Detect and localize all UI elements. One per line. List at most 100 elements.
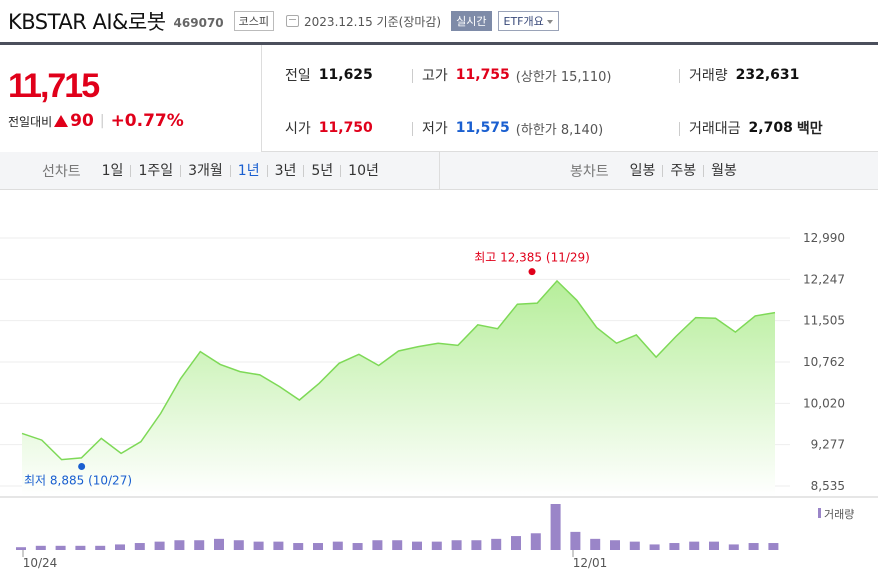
divider	[412, 122, 413, 136]
volume-bar	[392, 540, 403, 550]
candle-monthly[interactable]: 월봉	[703, 164, 744, 178]
volume-label: 거래량	[689, 68, 728, 84]
change-percent: +0.77%	[110, 111, 184, 131]
prev-close: 전일 11,625	[285, 65, 373, 85]
period-3m[interactable]: 3개월	[180, 164, 230, 178]
high-marker	[528, 268, 536, 276]
volume-bar	[372, 540, 383, 550]
volume-legend-swatch	[818, 508, 821, 518]
change-label: 전일대비	[8, 114, 53, 129]
divider	[679, 69, 680, 83]
etf-overview-dropdown[interactable]: ETF개요	[497, 11, 559, 31]
volume-bar	[610, 540, 620, 550]
volume-bar	[629, 541, 640, 550]
volume-bar	[471, 540, 482, 550]
x-tick-label: 12/01	[573, 556, 608, 570]
volume-bar	[451, 540, 462, 550]
change-amount: 90	[70, 111, 94, 131]
line-chart-title: 선차트	[42, 164, 81, 180]
trade-amount-unit: 백만	[796, 121, 823, 137]
upper-limit: (상한가 15,110)	[515, 69, 612, 85]
trade-amount: 거래대금 2,708 백만	[689, 118, 823, 138]
volume-bar	[95, 545, 106, 550]
volume-bar	[35, 545, 46, 550]
volume-bar	[214, 538, 224, 550]
volume-bar	[530, 533, 541, 550]
volume-bar	[313, 543, 323, 550]
high-annotation: 최고 12,385 (11/29)	[474, 251, 590, 265]
period-1y[interactable]: 1년	[229, 164, 267, 178]
volume-bar	[233, 540, 244, 550]
volume-bar	[16, 547, 26, 550]
realtime-button[interactable]: 실시간	[451, 11, 492, 31]
candle-chart-periods: 봉차트 일봉 주봉 월봉	[570, 152, 744, 190]
volume-bar	[293, 543, 304, 550]
y-tick-label: 9,277	[811, 438, 845, 452]
volume-bar	[590, 538, 601, 550]
volume-bar	[75, 545, 86, 550]
volume-bar	[550, 504, 561, 550]
day-low: 저가 11,575 (하한가 8,140)	[422, 118, 603, 138]
volume-value: 232,631	[735, 67, 800, 83]
trade-amount-label: 거래대금	[689, 121, 741, 137]
period-1d[interactable]: 1일	[95, 164, 131, 178]
volume-legend: 거래량	[824, 508, 854, 521]
price-chart-svg: 12,990 12,247 11,505 10,762 10,020 9,277 8,535…	[0, 231, 878, 570]
volume-bar	[649, 544, 660, 550]
volume-bar	[115, 544, 125, 550]
stock-header: KBSTAR AI&로봇 469070 코스피 2023.12.15 기준(장마…	[0, 0, 878, 42]
volume: 거래량 232,631	[689, 65, 799, 85]
volume-bar	[154, 541, 165, 550]
period-1w[interactable]: 1주일	[130, 164, 180, 178]
volume-bar	[174, 540, 185, 550]
day-low-value: 11,575	[455, 120, 510, 136]
volume-bar	[511, 536, 521, 550]
day-high-value: 11,755	[455, 67, 510, 83]
price-chart[interactable]: 12,990 12,247 11,505 10,762 10,020 9,277 8,535…	[0, 190, 878, 570]
volume-bar	[253, 541, 264, 550]
volume-bar	[55, 545, 66, 550]
up-arrow-icon	[54, 115, 69, 127]
volume-bar	[194, 540, 205, 550]
etf-overview-label: ETF개요	[503, 15, 544, 28]
candle-weekly[interactable]: 주봉	[662, 164, 703, 178]
stock-name: KBSTAR AI&로봇	[8, 10, 166, 34]
volume-bar	[768, 543, 779, 550]
period-5y[interactable]: 5년	[303, 164, 340, 178]
y-tick-label: 12,990	[803, 231, 845, 245]
chevron-down-icon	[546, 20, 553, 24]
day-low-label: 저가	[422, 121, 448, 137]
candle-daily[interactable]: 일봉	[623, 164, 663, 178]
low-annotation: 최저 8,885 (10/27)	[24, 474, 132, 488]
open-price: 시가 11,750	[285, 118, 373, 138]
y-tick-label: 12,247	[803, 272, 845, 286]
price-box: 11,715 전일대비 90 | +0.77%	[0, 45, 262, 152]
divider	[439, 152, 440, 190]
period-10y[interactable]: 10년	[340, 164, 386, 178]
period-3y[interactable]: 3년	[266, 164, 304, 178]
prev-close-value: 11,625	[318, 67, 373, 83]
volume-bar	[709, 541, 719, 550]
volume-bar	[352, 543, 363, 550]
divider	[679, 122, 680, 136]
volume-bar	[689, 541, 700, 550]
volume-bar	[669, 543, 680, 550]
divider: |	[99, 113, 105, 129]
reference-date: 2023.12.15 기준(장마감)	[304, 14, 442, 29]
volume-bar	[412, 541, 422, 550]
volume-bar	[273, 541, 284, 550]
open-price-value: 11,750	[318, 120, 373, 136]
quote-summary: 11,715 전일대비 90 | +0.77% 전일 11,625 고가 11,…	[0, 42, 878, 152]
volume-bar	[491, 538, 502, 550]
line-chart-periods: 선차트 1일 1주일 3개월 1년 3년 5년 10년	[42, 152, 386, 190]
y-tick-label: 10,020	[803, 396, 845, 410]
y-tick-label: 8,535	[811, 479, 845, 493]
y-tick-label: 11,505	[803, 314, 845, 328]
low-marker	[78, 463, 86, 471]
volume-bar	[431, 541, 442, 550]
y-tick-label: 10,762	[803, 355, 845, 369]
volume-bar	[570, 531, 581, 550]
day-high-label: 고가	[422, 68, 448, 84]
divider	[412, 69, 413, 83]
market-badge: 코스피	[233, 11, 275, 31]
